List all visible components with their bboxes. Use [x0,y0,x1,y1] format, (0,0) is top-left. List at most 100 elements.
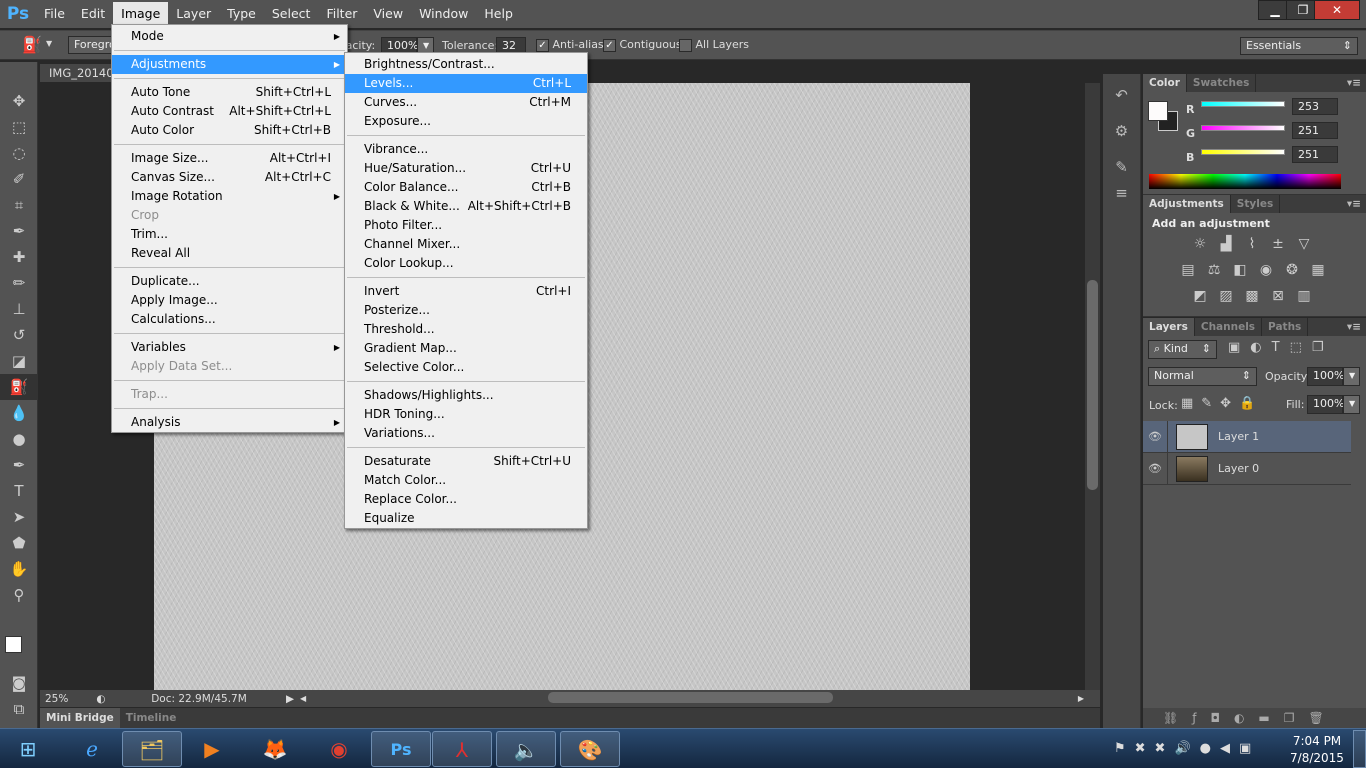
lock-icons[interactable]: ▦✎✥🔒 [1181,396,1263,411]
crop-tool-icon[interactable]: ⌗ [0,192,38,218]
quick-selection-tool-icon[interactable]: ✐ [0,166,38,192]
menu-item-photo-filter[interactable]: Photo Filter... [345,216,587,235]
panel-menu-icon[interactable]: ▾≡ [1347,195,1366,213]
path-selection-tool-icon[interactable]: ➤ [0,504,38,530]
eraser-tool-icon[interactable]: ◪ [0,348,38,374]
menu-item-mode[interactable]: Mode ▶ [112,27,347,46]
color-lookup-icon[interactable]: ▦ [1308,262,1328,280]
menu-filter[interactable]: Filter [318,2,365,26]
channel-g-slider[interactable] [1201,125,1285,131]
menu-item-posterize[interactable]: Posterize... [345,301,587,320]
menu-item-apply-data-set[interactable]: Apply Data Set... [112,357,347,376]
menu-layer[interactable]: Layer [168,2,219,26]
tab-adjustments[interactable]: Adjustments [1143,195,1231,213]
curves-icon[interactable]: ⌇ [1242,236,1262,254]
menu-image[interactable]: Image [113,2,169,26]
gradient-map-icon[interactable]: ▥ [1294,288,1314,306]
taskbar-acrobat-icon[interactable]: ⅄ [432,731,492,767]
taskbar-volume-app-icon[interactable]: 🔈 [496,731,556,767]
layer-name[interactable]: Layer 0 [1218,462,1259,475]
clone-stamp-tool-icon[interactable]: ⊥ [0,296,38,322]
menu-item-selective-color[interactable]: Selective Color... [345,358,587,377]
layer-filter-select[interactable]: ⌕ Kind ⇕ [1148,340,1217,359]
menu-item-replace-color[interactable]: Replace Color... [345,490,587,509]
channel-b-slider[interactable] [1201,149,1285,155]
zoom-tool-icon[interactable]: ⚲ [0,582,38,608]
history-icon[interactable]: ↶ [1103,82,1140,108]
menu-item-duplicate[interactable]: Duplicate... [112,272,347,291]
menu-item-apply-image[interactable]: Apply Image... [112,291,347,310]
menu-item-invert[interactable]: Invert Ctrl+I [345,282,587,301]
menu-item-trim[interactable]: Trim... [112,225,347,244]
visibility-eye-icon[interactable]: 👁 [1143,452,1168,485]
menu-item-auto-color[interactable]: Auto Color Shift+Ctrl+B [112,121,347,140]
menu-help[interactable]: Help [476,2,521,26]
fill-input[interactable]: 100% [1307,395,1344,414]
black-white-icon[interactable]: ◧ [1230,262,1250,280]
tool-preset-chevron-icon[interactable]: ▼ [46,39,52,48]
properties-icon[interactable]: ⚙ [1103,118,1140,144]
tab-swatches[interactable]: Swatches [1187,74,1257,92]
menu-item-color-balance[interactable]: Color Balance... Ctrl+B [345,178,587,197]
system-tray-icons[interactable]: ⚑✖✖🔊●◀▣ [1114,741,1260,756]
foreground-swatch[interactable] [1148,101,1168,121]
hue-saturation-icon[interactable]: ▤ [1178,262,1198,280]
photo-filter-icon[interactable]: ◉ [1256,262,1276,280]
tab-paths[interactable]: Paths [1262,318,1309,336]
menu-item-variations[interactable]: Variations... [345,424,587,443]
layer-row[interactable]: 👁 Layer 0 [1143,452,1351,485]
menu-item-crop[interactable]: Crop [112,206,347,225]
menu-item-match-color[interactable]: Match Color... [345,471,587,490]
brightness-contrast-icon[interactable]: ☼ [1190,236,1210,254]
channel-g-value[interactable]: 251 [1292,122,1338,139]
workspace-select[interactable]: Essentials ⇕ [1240,37,1358,55]
paint-bucket-tool-icon[interactable]: ⛽ [0,374,38,400]
menu-item-adjustments[interactable]: Adjustments ▶ [112,55,347,74]
clock[interactable]: 7:04 PM 7/8/2015 [1282,733,1352,767]
menu-type[interactable]: Type [219,2,264,26]
menu-item-gradient-map[interactable]: Gradient Map... [345,339,587,358]
layer-opacity-dropdown[interactable]: ▼ [1343,367,1360,386]
brush-tool-icon[interactable]: ✏ [0,270,38,296]
selective-color-icon[interactable]: ⊠ [1268,288,1288,306]
vibrance-icon[interactable]: ▽ [1294,236,1314,254]
menu-item-desaturate[interactable]: Desaturate Shift+Ctrl+U [345,452,587,471]
taskbar-chrome-icon[interactable]: ◉ [309,731,369,767]
visibility-eye-icon[interactable]: 👁 [1143,420,1168,453]
foreground-color-swatch[interactable] [5,636,22,653]
menu-item-canvas-size[interactable]: Canvas Size... Alt+Ctrl+C [112,168,347,187]
channel-b-value[interactable]: 251 [1292,146,1338,163]
status-menu-arrow-icon[interactable]: ▶ [286,693,300,705]
layer-row[interactable]: 👁 Layer 1 [1143,420,1351,453]
menu-item-levels[interactable]: Levels... Ctrl+L [345,74,587,93]
panel-menu-icon[interactable]: ▾≡ [1347,74,1366,92]
dodge-tool-icon[interactable]: ● [0,426,38,452]
menu-item-threshold[interactable]: Threshold... [345,320,587,339]
taskbar-photoshop-icon[interactable]: Ps [371,731,431,767]
screen-mode-icon[interactable]: ⧉ [0,696,38,722]
menu-item-black-white[interactable]: Black & White... Alt+Shift+Ctrl+B [345,197,587,216]
pen-tool-icon[interactable]: ✒ [0,452,38,478]
menu-item-hue-saturation[interactable]: Hue/Saturation... Ctrl+U [345,159,587,178]
taskbar-media-center-icon[interactable]: ▶ [182,731,242,767]
menu-view[interactable]: View [365,2,411,26]
layer-name[interactable]: Layer 1 [1218,430,1259,443]
panel-menu-icon[interactable]: ▾≡ [1347,318,1366,336]
menu-file[interactable]: File [36,2,73,26]
tab-styles[interactable]: Styles [1231,195,1281,213]
tab-mini-bridge[interactable]: Mini Bridge [40,708,120,728]
menu-item-channel-mixer[interactable]: Channel Mixer... [345,235,587,254]
menu-item-hdr-toning[interactable]: HDR Toning... [345,405,587,424]
scroll-left-icon[interactable]: ◀ [300,694,306,703]
menu-item-equalize[interactable]: Equalize [345,509,587,528]
shape-tool-icon[interactable]: ⬟ [0,530,38,556]
menu-item-brightness-contrast[interactable]: Brightness/Contrast... [345,55,587,74]
tab-timeline[interactable]: Timeline [120,708,183,728]
layer-filter-icons[interactable]: ▣◐T⬚❐ [1228,340,1334,355]
layer-opacity-input[interactable]: 100% [1307,367,1344,386]
show-desktop-button[interactable] [1353,730,1366,768]
close-button[interactable]: ✕ [1314,0,1360,20]
marquee-tool-icon[interactable]: ⬚ [0,114,38,140]
tab-color[interactable]: Color [1143,74,1187,92]
brush-presets-icon[interactable]: ✎ [1103,154,1140,180]
